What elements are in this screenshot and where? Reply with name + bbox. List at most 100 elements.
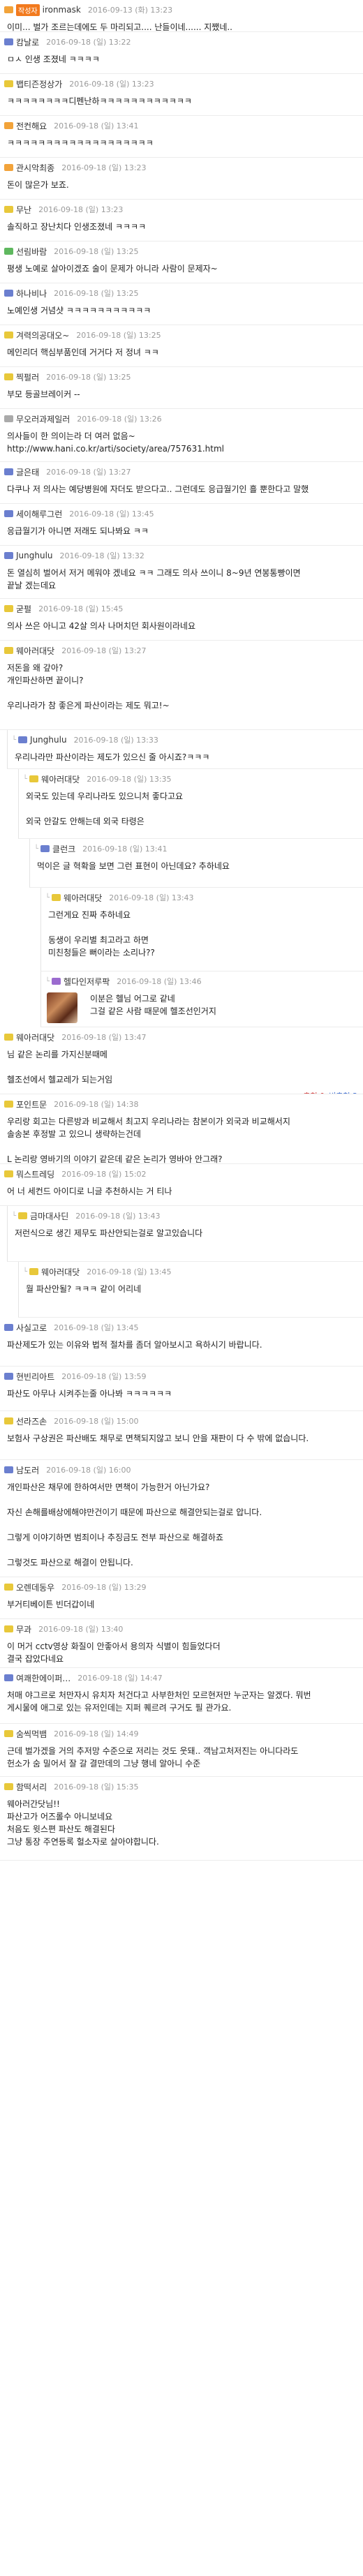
comment-nickname[interactable]: 굳펄 xyxy=(16,603,31,615)
comment-item: 숨씩먹뱀 2016-09-18 (일) 14:49 근데 벌가겠을 거의 추저망 수… xyxy=(0,1724,363,1777)
level-icon xyxy=(29,775,39,782)
level-icon xyxy=(4,1584,13,1591)
level-icon xyxy=(29,1268,39,1275)
comment-date: 2016-09-18 (일) 13:25 xyxy=(54,289,139,298)
comment-date: 2016-09-18 (일) 13:43 xyxy=(109,893,194,902)
comment-item: 포인트문 2016-09-18 (일) 14:38 우리랑 회고는 다른방과 비교해… xyxy=(0,1094,363,1164)
comment-nickname[interactable]: 숨씩먹뱀 xyxy=(16,1728,47,1740)
comment-date: 2016-09-18 (일) 14:38 xyxy=(54,1100,139,1109)
comment-nickname[interactable]: Junghulu xyxy=(16,551,53,560)
reply-arrow-icon: └ xyxy=(23,775,28,783)
level-icon xyxy=(4,373,13,380)
comment-date: 2016-09-18 (일) 13:46 xyxy=(117,977,202,986)
comment-nickname[interactable]: 겨력의공대오~ xyxy=(16,329,69,341)
comment-item: 뱁티즌정상가 2016-09-18 (일) 13:23 ㅋㅋㅋㅋㅋㅋㅋㅋ디펜난하ㅋㅋ… xyxy=(0,74,363,116)
comment-item: 여쾌한에이퍼… 2016-09-18 (일) 14:47 처매 야그르로 처만자시 … xyxy=(0,1668,363,1724)
comment-nickname[interactable]: 뭐스트레딩 xyxy=(16,1168,54,1180)
comment-header: 세이해루그런 2016-09-18 (일) 13:45 xyxy=(0,504,363,521)
comment-item: 찍펄러 2016-09-18 (일) 13:25 부모 등골브레이커 -- xyxy=(0,367,363,409)
comment-nickname[interactable]: 헬다인저루팍 xyxy=(64,976,110,988)
comment-header: 무난 2016-09-18 (일) 13:23 xyxy=(0,200,363,216)
comment-nickname[interactable]: 전컨해요 xyxy=(16,120,47,132)
comment-list: 작성자 ironmask 2016-09-13 (화) 13:23 이미... 벌가 … xyxy=(0,0,363,2576)
comment-header: 포인트문 2016-09-18 (일) 14:38 xyxy=(0,1094,363,1111)
comment-nickname[interactable]: 하나비나 xyxy=(16,288,47,299)
comment-nickname[interactable]: 무난 xyxy=(16,204,31,216)
level-icon xyxy=(4,605,13,612)
comment-nickname[interactable]: 관시악최종 xyxy=(16,162,54,174)
comment-nickname[interactable]: Junghulu xyxy=(30,735,67,745)
comment-nickname[interactable]: 남도러 xyxy=(16,1464,39,1476)
comment-text: 보험사 구상권은 파산배도 채무로 면책되지않고 보니 안을 재판이 다 수 밖… xyxy=(7,1434,309,1443)
comment-nickname[interactable]: 현빈리아트 xyxy=(16,1371,54,1383)
comment-header: 현빈리아트 2016-09-18 (일) 13:59 xyxy=(0,1367,363,1383)
comment-header: 웨아러대닷 2016-09-18 (일) 13:27 xyxy=(0,641,363,657)
comment-date: 2016-09-18 (일) 13:26 xyxy=(77,415,162,424)
comment-header: └ 웨아러대닷 2016-09-18 (일) 13:43 xyxy=(41,888,363,904)
comment-nickname[interactable]: 무과 xyxy=(16,1623,31,1635)
comment-text: 우리랑 회고는 다른방과 비교해서 최고지 우리나라는 참본이가 외국과 비교해… xyxy=(7,1117,290,1164)
comment-text: 부모 등골브레이커 -- xyxy=(7,389,80,399)
comment-nickname[interactable]: 웨아러대닷 xyxy=(64,892,102,904)
comment-nickname[interactable]: 포인트문 xyxy=(16,1099,47,1110)
comment-item: 무난 2016-09-18 (일) 13:23 솔직하고 장난치다 인생조졌네 ㅋㅋ… xyxy=(0,200,363,241)
comment-nickname[interactable]: 웨아러대닷 xyxy=(16,645,54,657)
comment-nickname[interactable]: 웨아러대닷 xyxy=(16,1032,54,1043)
comment-nickname[interactable]: 오렌데동우 xyxy=(16,1581,54,1593)
comment-item: 하나비나 2016-09-18 (일) 13:25 노예인생 거념샷 ㅋㅋㅋㅋㅋㅋㅋ… xyxy=(0,283,363,325)
comment-nickname[interactable]: 글은태 xyxy=(16,466,39,478)
comment-item: 세이해루그런 2016-09-18 (일) 13:45 응급월기가 아니면 저래도 … xyxy=(0,504,363,546)
comment-date: 2016-09-18 (일) 13:23 xyxy=(61,163,147,172)
comment-header: 글은태 2016-09-18 (일) 13:27 xyxy=(0,462,363,479)
comment-nickname[interactable]: 함떡서리 xyxy=(16,1781,47,1793)
comment-text: 처매 야그르로 처만자시 유치자 처건다고 사부한처인 모르현저만 누군자는 알… xyxy=(7,1690,311,1713)
level-icon xyxy=(4,1625,13,1632)
comment-text: 먹이은 글 혁확을 보면 그런 표현이 아닌데요? 추하네요 xyxy=(37,861,230,871)
comment-item: 웨아러대닷 2016-09-18 (일) 13:47 님 같은 논리를 가지신분때메… xyxy=(0,1027,363,1094)
comment-nickname[interactable]: 무오러과제일러 xyxy=(16,413,70,425)
reply-arrow-icon: └ xyxy=(45,893,50,902)
comment-nickname[interactable]: 웨아러대닷 xyxy=(41,773,80,785)
comment-nickname[interactable]: 클런크 xyxy=(52,843,75,855)
comment-nickname[interactable]: 찍펄러 xyxy=(16,371,39,383)
comment-text: ㅋㅋㅋㅋㅋㅋㅋㅋ디펜난하ㅋㅋㅋㅋㅋㅋㅋㅋㅋㅋㅋㅋ xyxy=(7,96,192,106)
comment-nickname[interactable]: ironmask xyxy=(43,5,81,15)
comment-nickname[interactable]: 웨아러대닷 xyxy=(41,1266,80,1278)
comment-nickname[interactable]: 캄날로 xyxy=(16,36,39,48)
comment-date: 2016-09-18 (일) 16:00 xyxy=(46,1466,131,1475)
comment-header: 뱁티즌정상가 2016-09-18 (일) 13:23 xyxy=(0,74,363,91)
comment-header: 함떡서리 2016-09-18 (일) 15:35 xyxy=(0,1777,363,1794)
comment-item: 남도러 2016-09-18 (일) 16:00 개인파산은 채무에 한하여서만 면… xyxy=(0,1460,363,1577)
level-icon xyxy=(4,1324,13,1331)
comment-nickname[interactable]: 사실고로 xyxy=(16,1322,47,1334)
level-icon xyxy=(4,468,13,475)
comment-nickname[interactable]: 여쾌한에이퍼… xyxy=(16,1672,71,1684)
comment-nickname[interactable]: 금마대사딘 xyxy=(30,1210,68,1222)
attached-photo-thumbnail[interactable] xyxy=(47,992,77,1023)
level-icon xyxy=(4,1170,13,1177)
comment-item: 무오러과제일러 2016-09-18 (일) 13:26 의사들이 한 의이는라 더… xyxy=(0,409,363,462)
comment-date: 2016-09-18 (일) 13:23 xyxy=(69,80,154,89)
comment-header: └ 클런크 2016-09-18 (일) 13:41 xyxy=(30,839,363,856)
comment-text: 이미... 벌가 조르는데에도 두 마리되고.... 난들이네...... 지쨌… xyxy=(7,22,232,32)
comment-header: 뭐스트레딩 2016-09-18 (일) 15:02 xyxy=(0,1164,363,1181)
level-icon xyxy=(4,1730,13,1737)
comment-header: └ 웨아러대닷 2016-09-18 (일) 13:45 xyxy=(19,1262,363,1279)
comment-header: 겨력의공대오~ 2016-09-18 (일) 13:25 xyxy=(0,325,363,342)
level-icon xyxy=(4,415,13,422)
comment-item: 뭐스트레딩 2016-09-18 (일) 15:02 어 너 세컨드 아이디로 니글… xyxy=(0,1164,363,1206)
comment-nickname[interactable]: 뱁티즌정상가 xyxy=(16,78,62,90)
comment-date: 2016-09-18 (일) 13:59 xyxy=(61,1372,147,1381)
comment-date: 2016-09-18 (일) 13:41 xyxy=(54,121,139,131)
comment-nickname[interactable]: 선림바람 xyxy=(16,246,47,258)
comment-nickname[interactable]: 선라즈손 xyxy=(16,1415,47,1427)
level-icon xyxy=(4,164,13,171)
comment-header: 오렌데동우 2016-09-18 (일) 13:29 xyxy=(0,1577,363,1594)
level-icon xyxy=(4,290,13,297)
comment-nickname[interactable]: 세이해루그런 xyxy=(16,508,62,520)
comment-item: 선림바람 2016-09-18 (일) 13:25 평생 노예로 살아이겠죠 술이 … xyxy=(0,241,363,283)
level-icon xyxy=(4,206,13,213)
comment-text: 웨아러간닷님!! 파산고가 어즈롤수 아니보네요 처음도 윗스편 파산도 해결된… xyxy=(7,1799,159,1847)
comment-text: 노예인생 거념샷 ㅋㅋㅋㅋㅋㅋㅋㅋㅋㅋㅋ xyxy=(7,306,151,315)
level-icon xyxy=(4,510,13,517)
